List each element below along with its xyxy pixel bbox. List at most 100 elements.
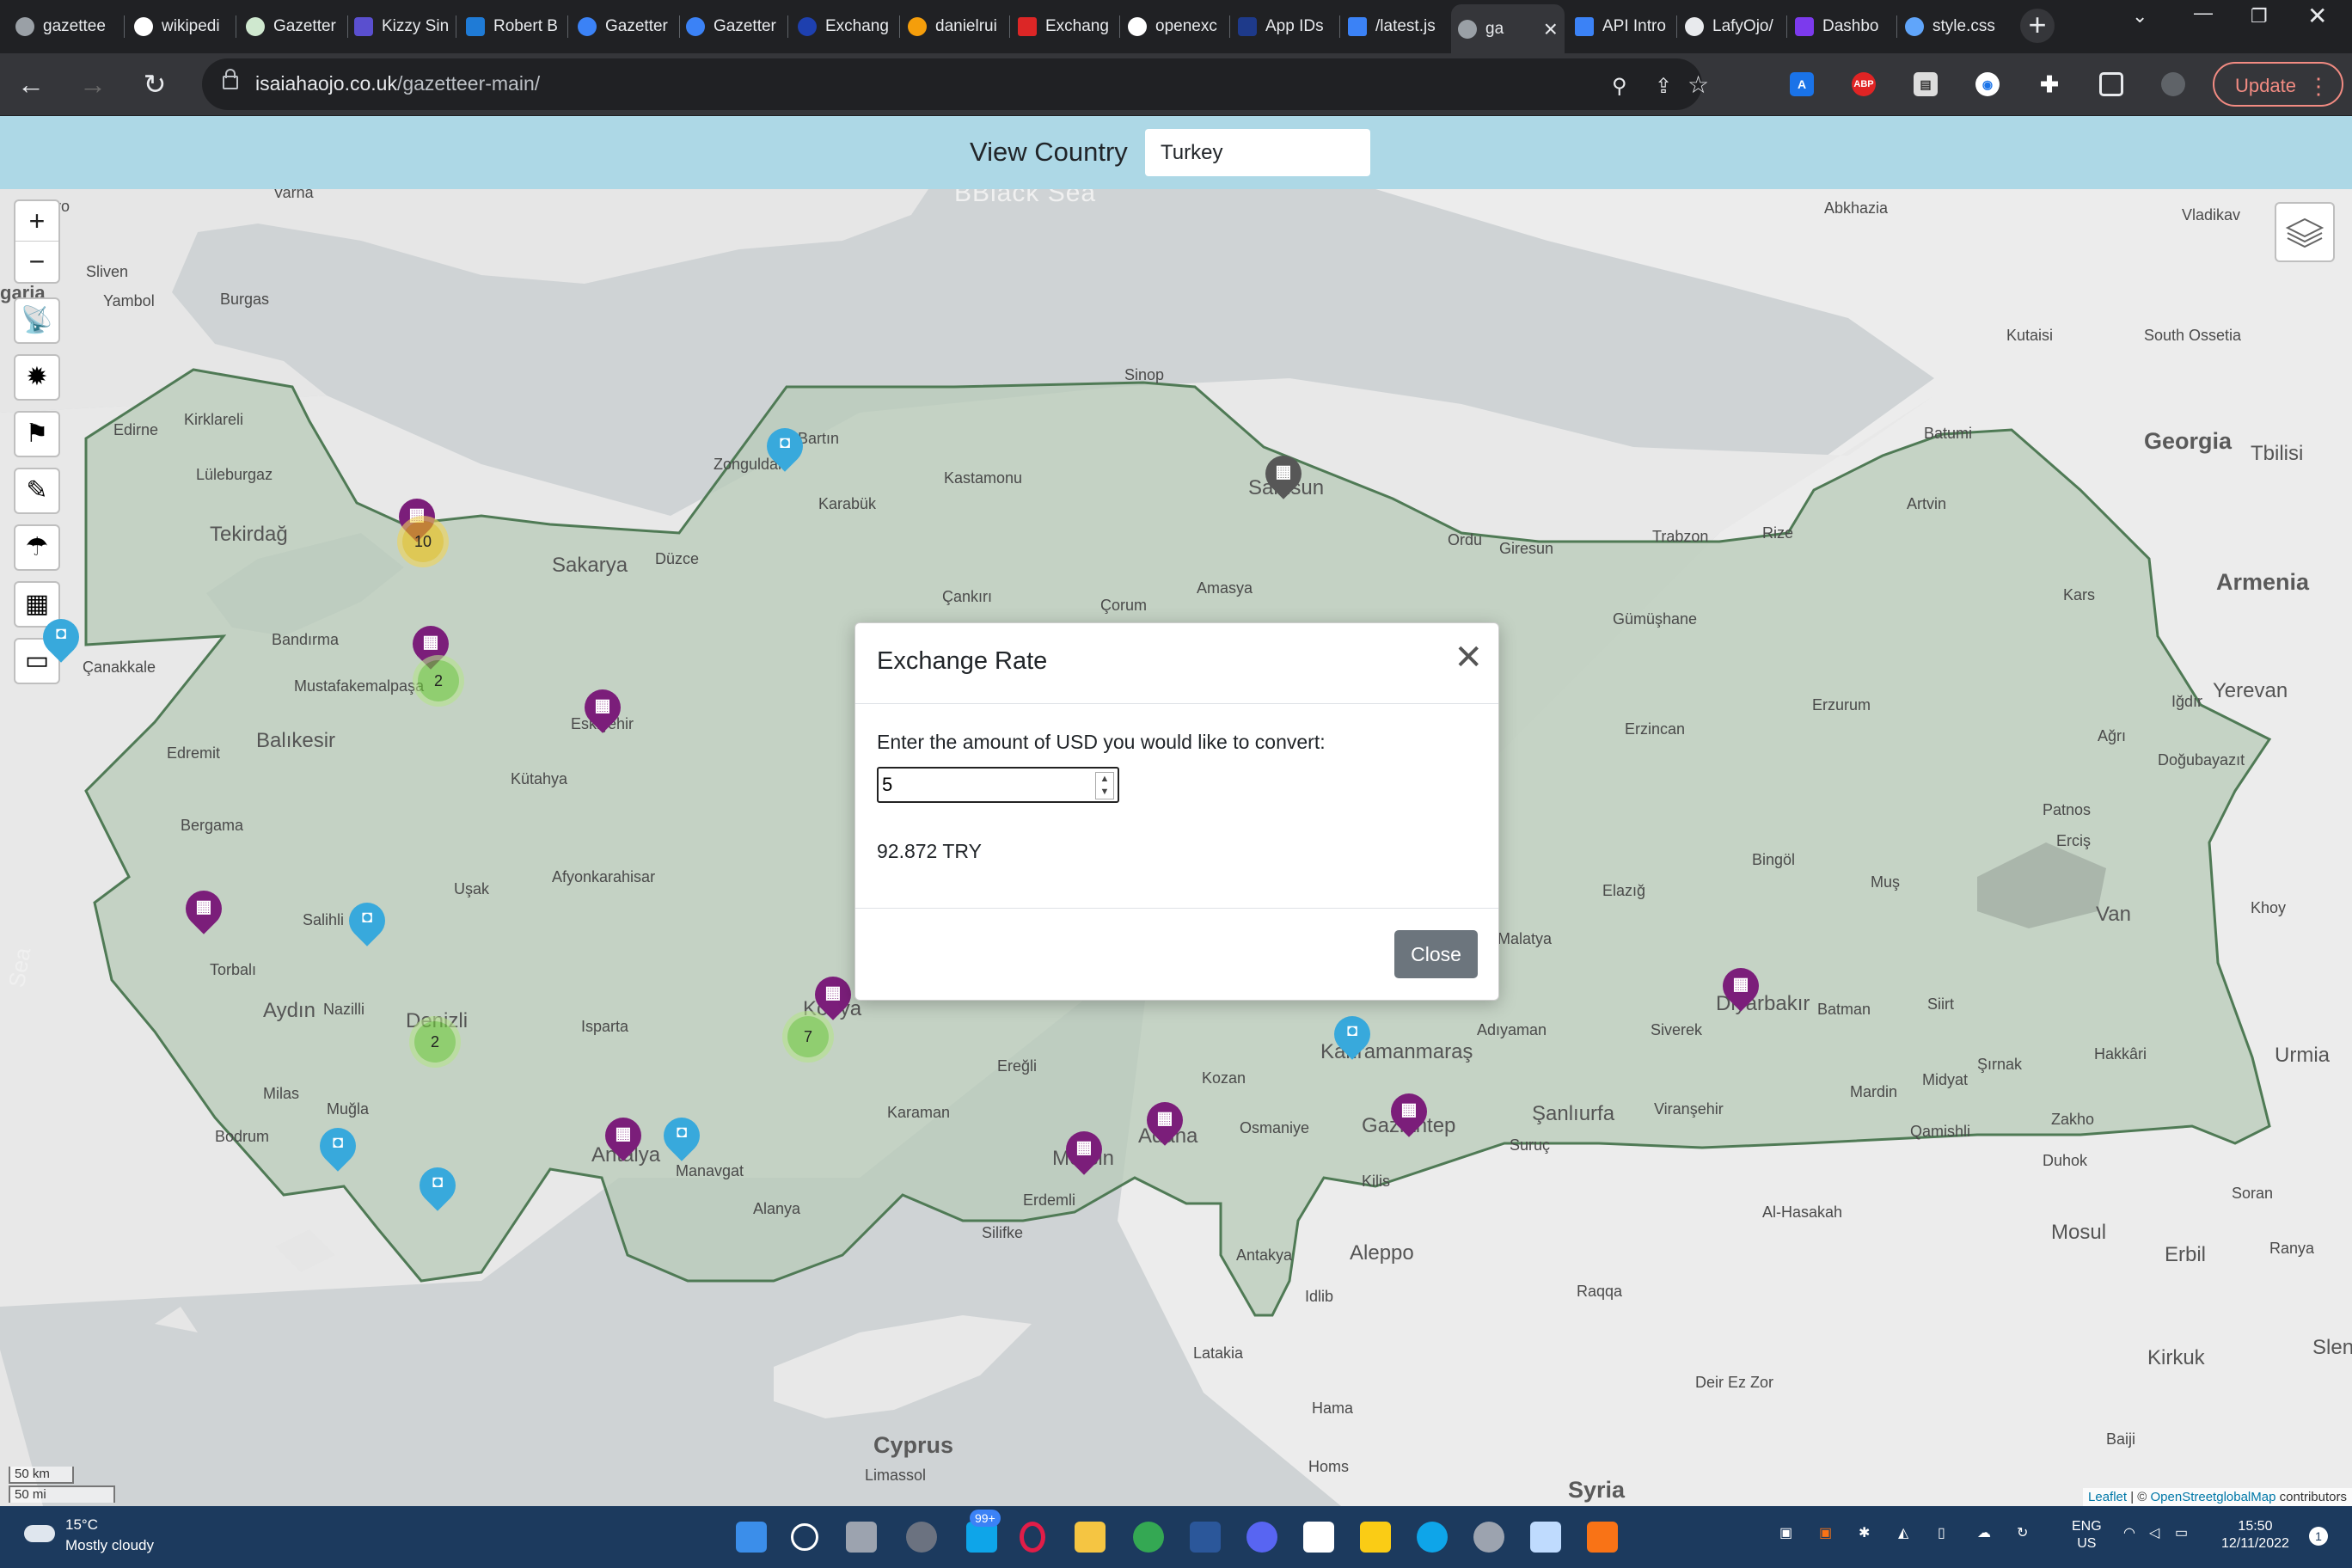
marker-hotel[interactable]: ▦ — [807, 969, 859, 1025]
volume-icon[interactable]: ◁ — [2149, 1525, 2159, 1542]
pencil-icon[interactable]: ✎ — [14, 468, 60, 514]
discord-icon[interactable] — [1246, 1522, 1277, 1553]
extension-icon[interactable]: ▤ — [1914, 72, 1938, 96]
battery-icon[interactable]: ▭ — [2175, 1525, 2188, 1542]
chrome-icon[interactable] — [1133, 1522, 1164, 1553]
marker-hotel-selected[interactable]: ▦ — [1258, 448, 1309, 504]
close-icon[interactable]: ✕ — [1454, 640, 1483, 675]
notification-badge[interactable]: 1 — [2309, 1527, 2328, 1546]
zoom-out-button[interactable]: − — [15, 241, 58, 281]
new-tab-button[interactable]: + — [2020, 9, 2055, 43]
weather-icon[interactable]: ☂ — [14, 524, 60, 571]
usb-icon[interactable]: ▯ — [1938, 1525, 1945, 1542]
share-icon[interactable]: ⇪ — [1655, 74, 1672, 99]
start-icon[interactable] — [736, 1522, 767, 1553]
marker-camera[interactable]: ◘ — [656, 1110, 707, 1166]
side-panel-icon[interactable] — [2099, 72, 2123, 96]
location-icon[interactable]: ⚲ — [1612, 74, 1627, 99]
marker-camera[interactable]: ◘ — [759, 420, 811, 476]
forward-button[interactable]: → — [74, 65, 112, 103]
marker-camera[interactable]: ◘ — [35, 611, 87, 667]
marker-camera[interactable]: ◘ — [412, 1160, 463, 1216]
browser-tab[interactable]: API Intro — [1568, 6, 1675, 47]
tray-icon[interactable]: ▣ — [1779, 1525, 1792, 1542]
clock[interactable]: 15:50 12/11/2022 — [2221, 1518, 2289, 1553]
weather-widget[interactable]: 15°C Mostly cloudy — [24, 1515, 154, 1556]
tray-icon[interactable]: ↻ — [2017, 1525, 2028, 1542]
app-icon[interactable] — [1473, 1522, 1504, 1553]
marker-hotel[interactable]: ▦ — [1058, 1124, 1110, 1179]
marker-hotel[interactable]: ▦ — [597, 1110, 649, 1166]
marker-camera[interactable]: ◘ — [312, 1120, 364, 1176]
language-indicator[interactable]: ENG US — [2072, 1518, 2102, 1553]
onedrive-icon[interactable]: ☁ — [1977, 1525, 1991, 1542]
browser-tab[interactable]: App IDs — [1231, 6, 1336, 47]
app-icon[interactable] — [1303, 1522, 1334, 1553]
marker-hotel[interactable]: ▦ — [577, 682, 628, 738]
sticky-notes-icon[interactable] — [1360, 1522, 1391, 1553]
marker-hotel[interactable]: ▦ — [1139, 1094, 1191, 1150]
avatar[interactable] — [2161, 72, 2185, 96]
task-view-icon[interactable] — [846, 1522, 877, 1553]
browser-tab[interactable]: /latest.js — [1341, 6, 1446, 47]
marker-cluster[interactable]: 2 — [418, 660, 459, 701]
browser-tab[interactable]: Exchang — [791, 6, 896, 47]
marker-cluster[interactable]: 7 — [787, 1016, 829, 1057]
leaflet-link[interactable]: Leaflet — [2088, 1490, 2127, 1504]
layers-control-icon[interactable] — [2275, 202, 2335, 262]
number-spinner[interactable]: ▲ ▼ — [1095, 772, 1114, 799]
browser-tab[interactable]: wikipedi — [127, 6, 232, 47]
browser-tab[interactable]: gazettee — [9, 6, 120, 47]
restore-button[interactable]: ❐ — [2251, 5, 2268, 28]
zoom-in-button[interactable]: + — [15, 201, 58, 241]
bookmark-star-icon[interactable]: ☆ — [1687, 70, 1709, 99]
tray-icon[interactable]: ◭ — [1898, 1525, 1908, 1542]
marker-camera[interactable]: ◘ — [1326, 1008, 1378, 1064]
marker-camera[interactable]: ◘ — [341, 895, 393, 951]
marker-cluster[interactable]: 2 — [414, 1021, 456, 1063]
browser-tab[interactable]: Dashbo — [1788, 6, 1893, 47]
browser-tab[interactable]: Gazetter — [571, 6, 676, 47]
app-icon[interactable] — [1530, 1522, 1561, 1553]
tray-icon[interactable]: ▣ — [1819, 1525, 1832, 1542]
flag-icon[interactable]: ⚑ — [14, 411, 60, 457]
bluetooth-icon[interactable]: ✱ — [1859, 1525, 1870, 1542]
adblock-icon[interactable]: ABP — [1852, 72, 1876, 96]
marker-hotel[interactable]: ▦ — [178, 883, 230, 939]
back-button[interactable]: ← — [12, 65, 50, 103]
extension-icon[interactable]: A — [1790, 72, 1814, 96]
update-button[interactable]: Update ⋮ — [2213, 62, 2343, 107]
amount-input[interactable]: 5 ▲ ▼ — [877, 767, 1119, 803]
wifi-icon[interactable]: ◠ — [2123, 1525, 2135, 1542]
browser-tab[interactable]: openexc — [1121, 6, 1226, 47]
browser-tab[interactable]: Gazetter — [679, 6, 784, 47]
browser-tab[interactable]: danielrui — [901, 6, 1006, 47]
browser-tab[interactable]: LafyOjo/ — [1678, 6, 1783, 47]
opera-icon[interactable] — [1020, 1522, 1045, 1553]
browser-tab[interactable]: style.css — [1898, 6, 2010, 47]
browser-tab-active[interactable]: ga × — [1451, 4, 1565, 53]
browser-tab[interactable]: Robert B — [459, 6, 564, 47]
browser-tab[interactable]: Gazetter — [239, 6, 344, 47]
file-explorer-icon[interactable] — [1075, 1522, 1106, 1553]
word-icon[interactable] — [1190, 1522, 1221, 1553]
marker-hotel[interactable]: ▦ — [1383, 1086, 1435, 1142]
minimize-button[interactable]: — — [2194, 2, 2213, 24]
close-button[interactable]: Close — [1394, 930, 1478, 978]
extension-icon[interactable]: ◉ — [1975, 72, 2000, 96]
edge-icon[interactable] — [1417, 1522, 1448, 1553]
xampp-icon[interactable] — [1587, 1522, 1618, 1553]
marker-cluster[interactable]: 10 — [402, 521, 444, 562]
browser-tab[interactable]: Kizzy Sin — [347, 6, 452, 47]
close-window-button[interactable]: ✕ — [2307, 2, 2327, 30]
reload-button[interactable]: ↻ — [136, 65, 174, 103]
marker-hotel[interactable]: ▦ — [1715, 960, 1767, 1016]
country-select[interactable]: Turkey — [1145, 129, 1370, 176]
osm-link[interactable]: OpenStreetglobalMap — [2151, 1490, 2276, 1504]
close-tab-icon[interactable]: × — [1544, 15, 1558, 43]
virus-icon[interactable]: ✹ — [14, 354, 60, 401]
search-icon[interactable] — [791, 1523, 818, 1551]
puzzle-icon[interactable]: ✚ — [2037, 72, 2061, 96]
satellite-icon[interactable]: 📡 — [14, 297, 60, 344]
browser-tab[interactable]: Exchang — [1011, 6, 1116, 47]
